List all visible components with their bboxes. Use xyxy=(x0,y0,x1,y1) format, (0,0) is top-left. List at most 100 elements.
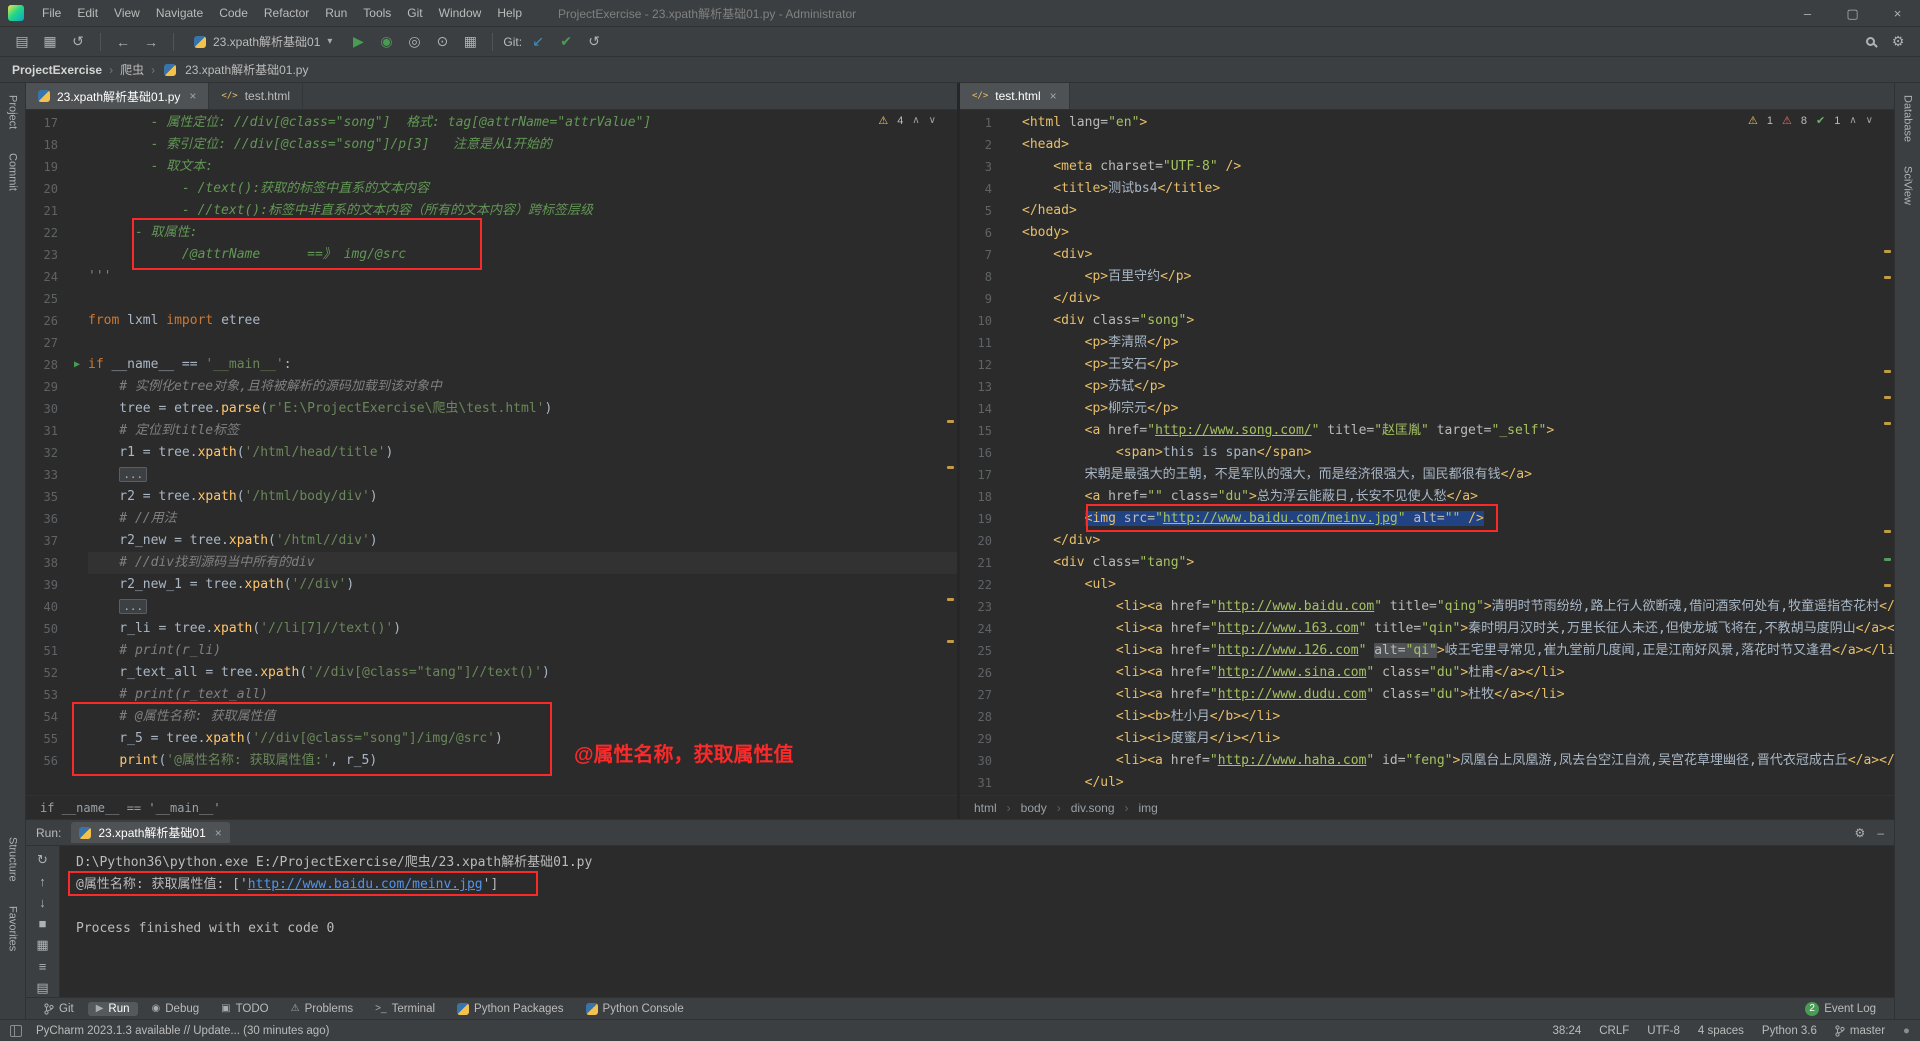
url-link[interactable]: http://www.baidu.com/meinv.jpg xyxy=(248,877,483,892)
maximize-button[interactable]: ▢ xyxy=(1830,0,1875,27)
code-line-10[interactable]: 10 <div class="song"> xyxy=(960,310,1894,332)
warning-stripe-mark[interactable] xyxy=(1884,370,1891,373)
save-icon[interactable]: ▦ xyxy=(38,30,62,54)
settings-button[interactable]: ⚙ xyxy=(1886,30,1910,54)
menu-refactor[interactable]: Refactor xyxy=(256,0,317,27)
interpreter[interactable]: Python 3.6 xyxy=(1762,1025,1817,1037)
close-icon[interactable]: × xyxy=(1050,89,1057,103)
back-icon[interactable]: ← xyxy=(111,30,135,54)
code-line-27[interactable]: 27 <li><a href="http://www.dudu.com" cla… xyxy=(960,684,1894,706)
debug-button[interactable]: ◉ xyxy=(374,30,398,54)
code-line-28[interactable]: 28 <li><b>杜小月</b></li> xyxy=(960,706,1894,728)
breadcrumb-div-song[interactable]: div.song xyxy=(1071,801,1115,815)
indent-style[interactable]: 4 spaces xyxy=(1698,1025,1744,1037)
code-line-8[interactable]: 8 <p>百里守约</p> xyxy=(960,266,1894,288)
console-line[interactable]: @属性名称: 获取属性值: ['http://www.baidu.com/mei… xyxy=(76,874,1894,896)
code-line-28[interactable]: 28 ▶ if __name__ == '__main__': xyxy=(26,354,957,376)
rerun-button[interactable]: ↻ xyxy=(33,852,53,868)
close-icon[interactable]: × xyxy=(189,89,196,103)
tab-test-html[interactable]: </> test.html xyxy=(209,83,304,109)
code-line-26[interactable]: 26 <li><a href="http://www.sina.com" cla… xyxy=(960,662,1894,684)
code-line-13[interactable]: 13 <p>苏轼</p> xyxy=(960,376,1894,398)
code-line-20[interactable]: 20 </div> xyxy=(960,530,1894,552)
code-line-2[interactable]: 2 <head> xyxy=(960,134,1894,156)
hide-icon[interactable]: – xyxy=(1877,826,1884,840)
url-link[interactable]: http://www.126.com xyxy=(1218,643,1359,658)
html-editor[interactable]: 1 <html lang="en"> 2 <head> 3 <meta charset=… xyxy=(960,110,1894,795)
code-line-56[interactable]: 56 print('@属性名称: 获取属性值:', r_5) xyxy=(26,750,957,772)
code-line-35[interactable]: 35 r2 = tree.xpath('/html/body/div') xyxy=(26,486,957,508)
breadcrumb-file[interactable]: 23.xpath解析基础01.py xyxy=(185,61,308,78)
sidebar-item-project[interactable]: Project xyxy=(7,95,19,129)
close-icon[interactable]: × xyxy=(215,826,222,840)
code-line-29[interactable]: 29 # 实例化etree对象,且将被解析的源码加载到该对象中 xyxy=(26,376,957,398)
code-line-40[interactable]: 40 ... xyxy=(26,596,957,618)
warning-stripe-mark[interactable] xyxy=(1884,584,1891,587)
code-line-5[interactable]: 5 </head> xyxy=(960,200,1894,222)
url-link[interactable]: http://www.haha.com xyxy=(1218,753,1367,768)
menu-edit[interactable]: Edit xyxy=(69,0,106,27)
code-line-31[interactable]: 31 # 定位到title标签 xyxy=(26,420,957,442)
breadcrumb-html[interactable]: html xyxy=(974,801,997,815)
code-line-20[interactable]: 20 - /text():获取的标签中直系的文本内容 xyxy=(26,178,957,200)
code-line-17[interactable]: 17 - 属性定位: //div[@class="song"] 格式: tag[… xyxy=(26,112,957,134)
code-line-7[interactable]: 7 <div> xyxy=(960,244,1894,266)
code-line-32[interactable]: 32 r1 = tree.xpath('/html/head/title') xyxy=(26,442,957,464)
code-line-22[interactable]: 22 <ul> xyxy=(960,574,1894,596)
code-line-12[interactable]: 12 <p>王安石</p> xyxy=(960,354,1894,376)
code-line-23[interactable]: 23 /@attrName ==》 img/@src xyxy=(26,244,957,266)
info-stripe-mark[interactable] xyxy=(1884,558,1891,561)
code-line-36[interactable]: 36 # //用法 xyxy=(26,508,957,530)
menu-tools[interactable]: Tools xyxy=(355,0,399,27)
sidebar-item-commit[interactable]: Commit xyxy=(7,153,19,191)
stop-button[interactable]: ■ xyxy=(33,916,53,931)
chevron-down-icon[interactable]: ∨ xyxy=(929,115,936,126)
run-configuration-select[interactable]: 23.xpath解析基础01 ▾ xyxy=(184,31,342,52)
url-link[interactable]: http://www.baidu.com xyxy=(1218,599,1375,614)
open-icon[interactable]: ▤ xyxy=(10,30,34,54)
run-gutter-icon[interactable]: ▶ xyxy=(66,354,88,376)
grid-icon[interactable]: ▦ xyxy=(458,30,482,54)
toolwindow-problems[interactable]: ⚠ Problems xyxy=(283,1002,362,1016)
git-branch-widget[interactable]: master xyxy=(1835,1025,1885,1037)
toolwindow-python-packages[interactable]: Python Packages xyxy=(449,1002,572,1016)
code-line-24[interactable]: 24 ''' xyxy=(26,266,957,288)
toolwindow-todo[interactable]: ▣ TODO xyxy=(213,1002,276,1016)
up-stack-button[interactable]: ↑ xyxy=(33,874,53,889)
breadcrumb-img[interactable]: img xyxy=(1139,801,1158,815)
warning-stripe-mark[interactable] xyxy=(1884,422,1891,425)
undo-icon[interactable]: ↺ xyxy=(66,30,90,54)
toolwindow-run[interactable]: ▶ Run xyxy=(87,1001,138,1016)
forward-icon[interactable]: → xyxy=(139,30,163,54)
warning-stripe-mark[interactable] xyxy=(947,640,954,643)
url-link[interactable]: http://www.dudu.com xyxy=(1218,687,1367,702)
coverage-button[interactable]: ◎ xyxy=(402,30,426,54)
warning-stripe-mark[interactable] xyxy=(1884,276,1891,279)
close-button[interactable]: × xyxy=(1875,0,1920,27)
code-line-52[interactable]: 52 r_text_all = tree.xpath('//div[@class… xyxy=(26,662,957,684)
code-line-14[interactable]: 14 <p>柳宗元</p> xyxy=(960,398,1894,420)
menu-navigate[interactable]: Navigate xyxy=(148,0,211,27)
code-line-30[interactable]: 30 <li><a href="http://www.haha.com" id=… xyxy=(960,750,1894,772)
code-line-15[interactable]: 15 <a href="http://www.song.com/" title=… xyxy=(960,420,1894,442)
code-line-19[interactable]: 19 <img src="http://www.baidu.com/meinv.… xyxy=(960,508,1894,530)
warning-stripe-mark[interactable] xyxy=(1884,250,1891,253)
sidebar-item-favorites[interactable]: Favorites xyxy=(7,906,19,951)
breadcrumb-project[interactable]: ProjectExercise xyxy=(12,63,102,77)
search-everywhere-button[interactable] xyxy=(1858,30,1882,54)
console-line[interactable]: D:\Python36\python.exe E:/ProjectExercis… xyxy=(76,852,1894,874)
chevron-up-icon[interactable]: ∧ xyxy=(1849,115,1856,126)
notification-icon[interactable]: ● xyxy=(1903,1025,1910,1037)
file-encoding[interactable]: UTF-8 xyxy=(1647,1025,1680,1037)
inspection-widget[interactable]: ⚠ 4 ∧ ∨ xyxy=(873,113,941,128)
soft-wrap-button[interactable]: ≡ xyxy=(33,959,53,974)
scroll-end-button[interactable]: ▤ xyxy=(33,980,53,996)
run-tab[interactable]: 23.xpath解析基础01 × xyxy=(71,822,230,843)
sidebar-item-database[interactable]: Database xyxy=(1902,95,1914,142)
sidebar-item-sciview[interactable]: SciView xyxy=(1902,166,1914,205)
url-link[interactable]: http://www.song.com/ xyxy=(1155,423,1312,438)
code-line-9[interactable]: 9 </div> xyxy=(960,288,1894,310)
code-line-18[interactable]: 18 <a href="" class="du">总为浮云能蔽日,长安不见使人愁… xyxy=(960,486,1894,508)
code-line-23[interactable]: 23 <li><a href="http://www.baidu.com" ti… xyxy=(960,596,1894,618)
code-line-25[interactable]: 25 xyxy=(26,288,957,310)
